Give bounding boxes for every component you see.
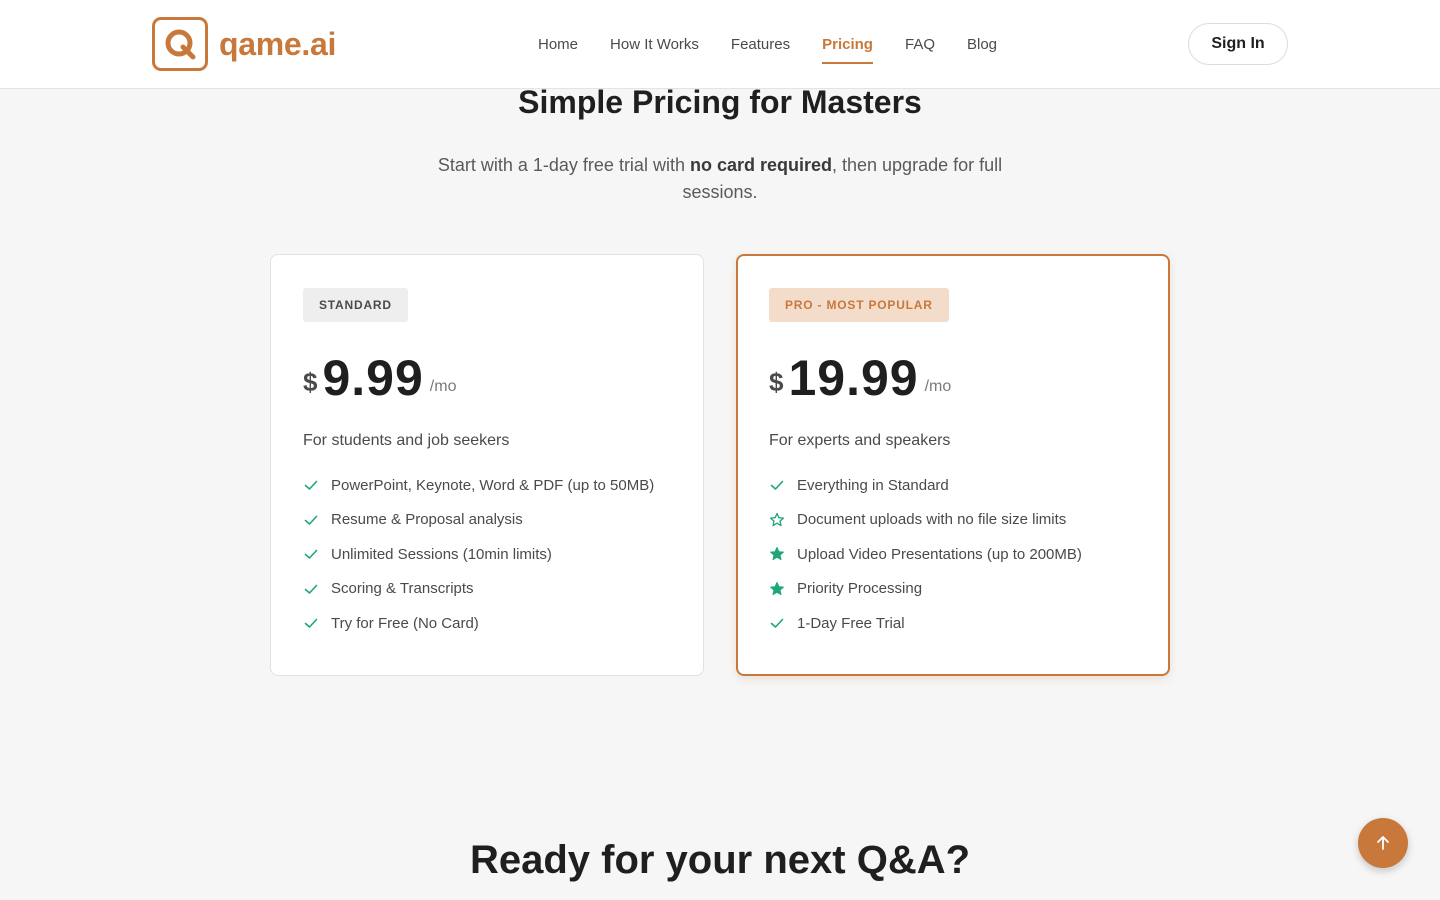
check-icon [770,618,784,629]
nav-faq[interactable]: FAQ [905,28,935,61]
feature-item: Resume & Proposal analysis [303,503,671,538]
cta-title: Ready for your next Q&A? [469,838,971,882]
plan-badge: STANDARD [303,288,408,322]
plan-badge: PRO - MOST POPULAR [769,288,949,322]
section-subtitle: Start with a 1-day free trial with no ca… [430,152,1010,206]
star-filled-icon [770,547,784,561]
feature-item: Upload Video Presentations (up to 200MB) [769,537,1137,572]
feature-text: Everything in Standard [797,476,949,494]
nav-how-it-works[interactable]: How It Works [610,28,699,61]
site-header: qame.ai Home How It Works Features Prici… [0,0,1440,89]
scroll-to-top-button[interactable] [1358,818,1408,868]
section-title: Simple Pricing for Masters [518,84,922,120]
feature-text: Try for Free (No Card) [331,614,479,632]
arrow-up-icon [1377,836,1389,850]
nav-pricing[interactable]: Pricing [822,28,873,64]
feature-item: Document uploads with no file size limit… [769,503,1137,538]
feature-item: Unlimited Sessions (10min limits) [303,537,671,572]
subtitle-text: Start with a 1-day free trial with [437,155,690,175]
subtitle-emphasis: no card required [689,155,832,175]
check-icon [304,549,318,560]
feature-item: Scoring & Transcripts [303,572,671,607]
feature-text: Unlimited Sessions (10min limits) [331,545,552,563]
main-nav: Home How It Works Features Pricing FAQ B… [522,0,1013,88]
plan-card-standard[interactable]: STANDARD $ 9.99 /mo For students and job… [270,254,704,676]
price-period: /mo [924,378,952,395]
nav-blog[interactable]: Blog [967,28,997,61]
brand-name: qame.ai [219,25,337,62]
feature-text: 1-Day Free Trial [797,614,905,632]
check-icon [304,515,318,525]
feature-item: 1-Day Free Trial [769,606,1137,641]
brand-logo[interactable]: qame.ai [152,17,336,71]
logo-q-icon [152,17,208,71]
nav-features[interactable]: Features [731,28,790,61]
plan-description: For students and job seekers [303,432,510,449]
feature-item: PowerPoint, Keynote, Word & PDF (up to 5… [303,468,671,503]
feature-item: Try for Free (No Card) [303,606,671,641]
feature-item: Everything in Standard [769,468,1137,503]
plan-price: $ 19.99 /mo [769,348,1137,408]
feature-text: Upload Video Presentations (up to 200MB) [797,545,1082,563]
price-amount: 19.99 [788,350,919,406]
feature-list: PowerPoint, Keynote, Word & PDF (up to 5… [303,468,671,641]
price-currency: $ [769,367,784,397]
feature-text: Document uploads with no file size limit… [797,511,1067,529]
plan-card-pro[interactable]: PRO - MOST POPULAR $ 19.99 /mo For exper… [736,254,1170,676]
star-filled-icon [770,581,784,595]
check-icon [770,480,784,491]
sign-in-button[interactable]: Sign In [1188,23,1288,65]
feature-text: Priority Processing [797,580,923,598]
check-icon [304,618,318,629]
check-icon [304,584,318,594]
feature-list: Everything in Standard Document uploads … [769,468,1137,641]
feature-text: Scoring & Transcripts [331,580,474,598]
nav-home[interactable]: Home [538,28,578,61]
price-period: /mo [429,378,457,395]
plan-price: $ 9.99 /mo [303,348,671,408]
feature-text: PowerPoint, Keynote, Word & PDF (up to 5… [331,476,655,494]
feature-item: Priority Processing [769,572,1137,607]
star-outline-icon [769,512,785,526]
plan-description: For experts and speakers [769,432,951,449]
price-currency: $ [303,367,318,397]
check-icon [304,480,318,491]
price-amount: 9.99 [322,350,424,406]
feature-text: Resume & Proposal analysis [331,511,523,529]
